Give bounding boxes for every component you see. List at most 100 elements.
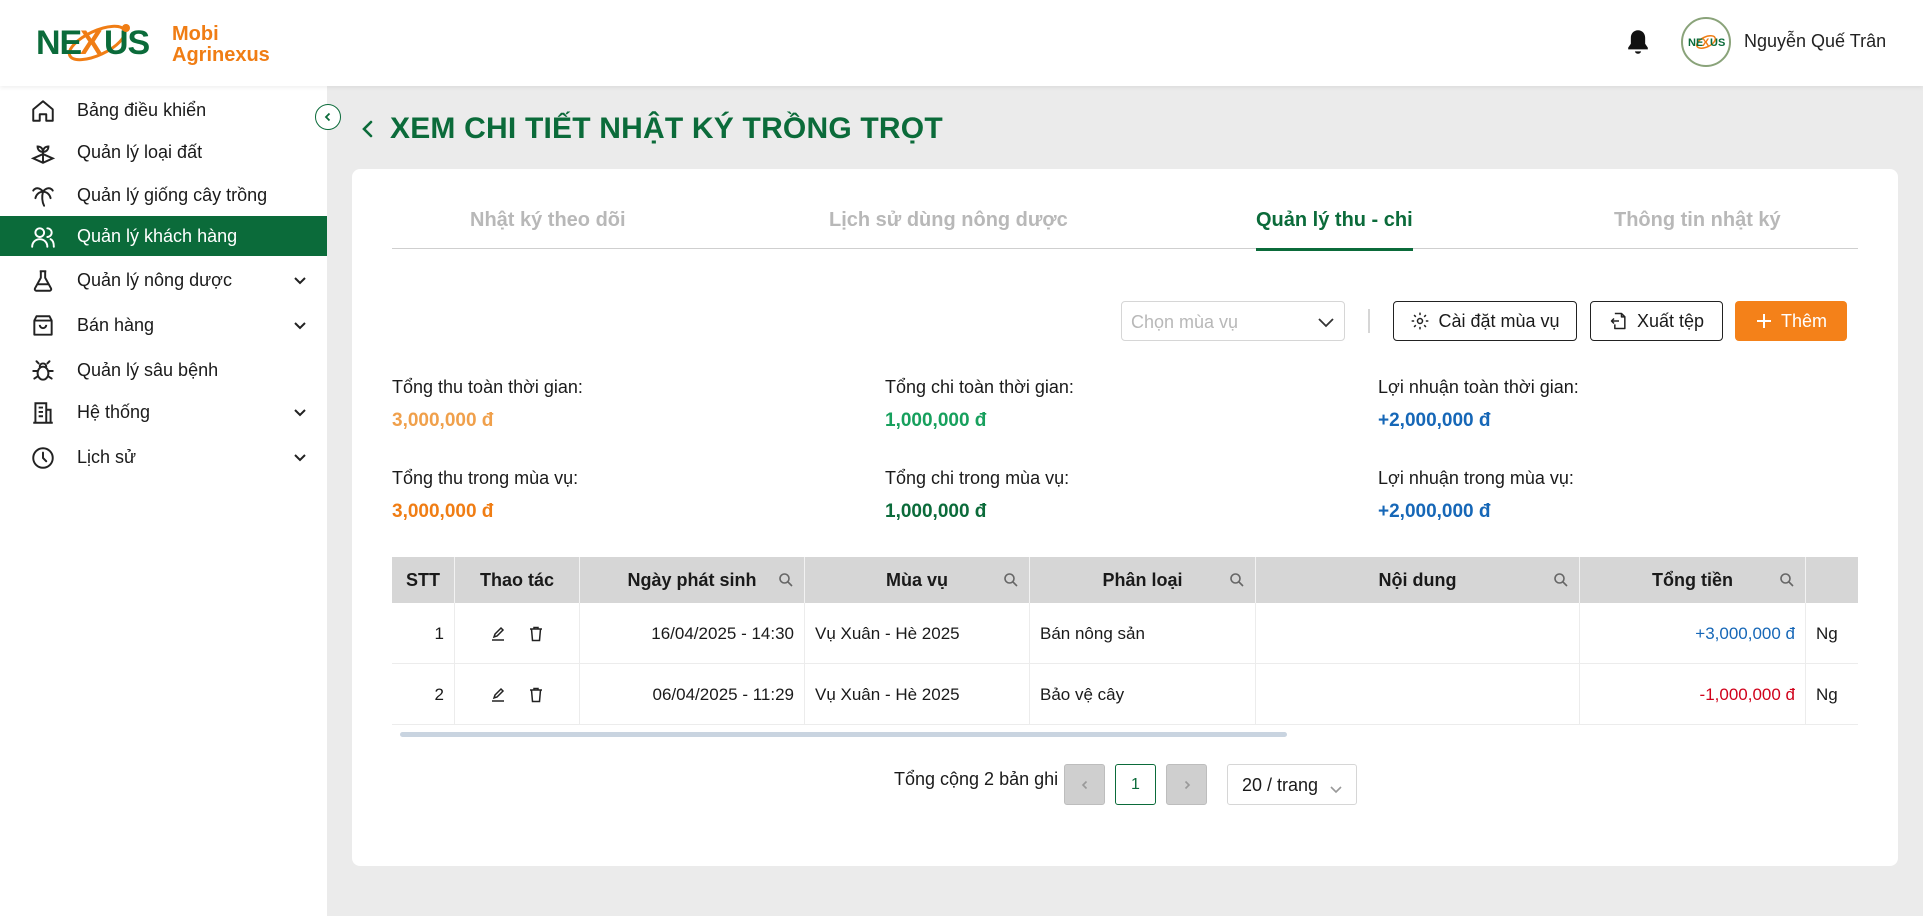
- brand-name: Mobi Agrinexus: [172, 24, 270, 66]
- stat-label: Tổng chi trong mùa vụ:: [885, 468, 1070, 488]
- chevron-down-icon: [292, 449, 308, 465]
- file-export-icon: [1610, 312, 1626, 330]
- avatar[interactable]: NE X US: [1681, 17, 1731, 67]
- sidebar-item-customers[interactable]: Quản lý khách hàng: [0, 216, 327, 256]
- page-header: XEM CHI TIẾT NHẬT KÝ TRỒNG TRỌT: [360, 112, 943, 146]
- sidebar-item-sales[interactable]: Bán hàng: [0, 305, 327, 345]
- back-arrow-icon[interactable]: [360, 118, 376, 140]
- search-icon[interactable]: [1779, 572, 1795, 588]
- tab-log-info[interactable]: Thông tin nhật ký: [1614, 209, 1781, 249]
- search-icon[interactable]: [1229, 572, 1245, 588]
- tab-tracking-log[interactable]: Nhật ký theo dõi: [470, 209, 626, 249]
- brand-name-line2: Agrinexus: [172, 44, 270, 66]
- chevron-left-icon: [324, 112, 331, 122]
- notification-bell-icon[interactable]: [1624, 28, 1652, 58]
- brand-logo[interactable]: NE X US Mobi Agrinexus: [36, 16, 270, 74]
- sidebar-item-label: Quản lý giống cây trồng: [77, 185, 268, 205]
- column-header-stt: STT: [392, 557, 455, 603]
- column-header-season: Mùa vụ: [805, 557, 1030, 603]
- delete-trash-icon[interactable]: [527, 686, 545, 704]
- stat-label: Lợi nhuận toàn thời gian:: [1378, 377, 1579, 397]
- column-header-date: Ngày phát sinh: [580, 557, 805, 603]
- stat-value: +2,000,000 đ: [1378, 410, 1491, 431]
- content-card: Nhật ký theo dõi Lịch sử dùng nông dược …: [352, 169, 1898, 866]
- edit-pencil-icon[interactable]: [489, 686, 507, 704]
- cell-overflow: Ng: [1816, 684, 1838, 704]
- stat-label: Lợi nhuận trong mùa vụ:: [1378, 468, 1574, 488]
- stat-profit-all: Lợi nhuận toàn thời gian: +2,000,000 đ: [1378, 377, 1579, 432]
- column-header-label: Mùa vụ: [885, 569, 948, 590]
- cell-date: 16/04/2025 - 14:30: [580, 603, 805, 664]
- cell-actions: [455, 664, 580, 725]
- sidebar-item-label: Lịch sử: [77, 447, 137, 467]
- plus-icon: [1756, 314, 1771, 328]
- page-title: XEM CHI TIẾT NHẬT KÝ TRỒNG TRỌT: [390, 112, 943, 145]
- sidebar-item-soil-types[interactable]: Quản lý loại đất: [0, 132, 327, 172]
- sidebar-item-crop-varieties[interactable]: Quản lý giống cây trồng: [0, 175, 327, 215]
- chevron-right-icon: [1184, 780, 1190, 789]
- svg-text:X: X: [1702, 37, 1710, 49]
- bug-icon: [30, 358, 56, 384]
- svg-text:NE: NE: [1688, 37, 1703, 49]
- cell-stt: 1: [392, 603, 455, 664]
- sidebar-item-pests[interactable]: Quản lý sâu bệnh: [0, 350, 327, 390]
- add-button[interactable]: Thêm: [1735, 301, 1847, 341]
- income-expense-table: STT Thao tác Ngày phát sinh Mùa vụ Phân …: [392, 557, 1858, 744]
- cell-season: Vụ Xuân - Hè 2025: [805, 664, 1030, 725]
- chevron-down-icon: [1317, 314, 1335, 330]
- shopping-bag-icon: [30, 313, 56, 339]
- add-label: Thêm: [1780, 310, 1827, 331]
- sidebar-item-label: Bảng điều khiển: [77, 100, 207, 120]
- user-name[interactable]: Nguyễn Quế Trân: [1744, 31, 1886, 52]
- home-icon: [30, 98, 56, 124]
- stat-value: 1,000,000 đ: [885, 501, 987, 522]
- season-select[interactable]: Chọn mùa vụ: [1121, 301, 1345, 341]
- season-settings-button[interactable]: Cài đặt mùa vụ: [1393, 301, 1577, 341]
- stat-total-income-season: Tổng thu trong mùa vụ: 3,000,000 đ: [392, 468, 578, 523]
- export-label: Xuất tệp: [1636, 310, 1705, 331]
- stat-label: Tổng thu trong mùa vụ:: [392, 468, 579, 488]
- tab-bar: Nhật ký theo dõi Lịch sử dùng nông dược …: [392, 209, 1858, 251]
- sidebar-item-label: Quản lý khách hàng: [77, 226, 238, 246]
- users-icon: [30, 224, 56, 250]
- column-header-amount: Tổng tiền: [1580, 557, 1806, 603]
- stat-total-income-all: Tổng thu toàn thời gian: 3,000,000 đ: [392, 377, 583, 432]
- tab-income-expense[interactable]: Quản lý thu - chi: [1256, 209, 1413, 251]
- cell-category: Bảo vệ cây: [1030, 664, 1256, 725]
- brand-name-line1: Mobi: [172, 23, 219, 45]
- clock-icon: [30, 445, 56, 471]
- soil-plant-icon: [30, 140, 56, 166]
- stat-value: 1,000,000 đ: [885, 410, 987, 431]
- search-icon[interactable]: [1003, 572, 1019, 588]
- sidebar-item-label: Quản lý loại đất: [77, 142, 203, 162]
- pagination-prev-button[interactable]: [1064, 764, 1105, 805]
- stat-value: 3,000,000 đ: [392, 410, 494, 431]
- column-header-label: Phân loại: [1102, 569, 1183, 590]
- sidebar-item-history[interactable]: Lịch sử: [0, 437, 327, 477]
- chevron-down-icon: [1329, 779, 1343, 794]
- export-button[interactable]: Xuất tệp: [1590, 301, 1723, 341]
- cell-date: 06/04/2025 - 11:29: [580, 664, 805, 725]
- delete-trash-icon[interactable]: [527, 625, 545, 643]
- pagination-next-button[interactable]: [1166, 764, 1207, 805]
- pagination-page-1[interactable]: 1: [1115, 764, 1156, 805]
- cell-actions: [455, 603, 580, 664]
- sidebar-item-dashboard[interactable]: Bảng điều khiển: [0, 90, 327, 130]
- sidebar-item-label: Hệ thống: [77, 402, 151, 422]
- nexus-logo-mark: NE X US: [36, 16, 158, 74]
- sidebar-item-system[interactable]: Hệ thống: [0, 392, 327, 432]
- search-icon[interactable]: [778, 572, 794, 588]
- building-icon: [30, 400, 56, 426]
- cell-amount: -1,000,000 đ: [1580, 664, 1806, 725]
- svg-text:NE: NE: [36, 24, 82, 62]
- chevron-left-icon: [1081, 780, 1087, 789]
- page-size-select[interactable]: 20 / trang: [1227, 764, 1357, 805]
- cell-season: Vụ Xuân - Hè 2025: [805, 603, 1030, 664]
- sidebar-item-pesticides[interactable]: Quản lý nông dược: [0, 260, 327, 300]
- edit-pencil-icon[interactable]: [489, 625, 507, 643]
- search-icon[interactable]: [1553, 572, 1569, 588]
- tab-pesticide-history[interactable]: Lịch sử dùng nông dược: [829, 209, 1068, 249]
- sidebar-collapse-button[interactable]: [315, 104, 341, 130]
- table-horizontal-scrollbar[interactable]: [400, 732, 1287, 737]
- cell-category: Bán nông sản: [1030, 603, 1256, 664]
